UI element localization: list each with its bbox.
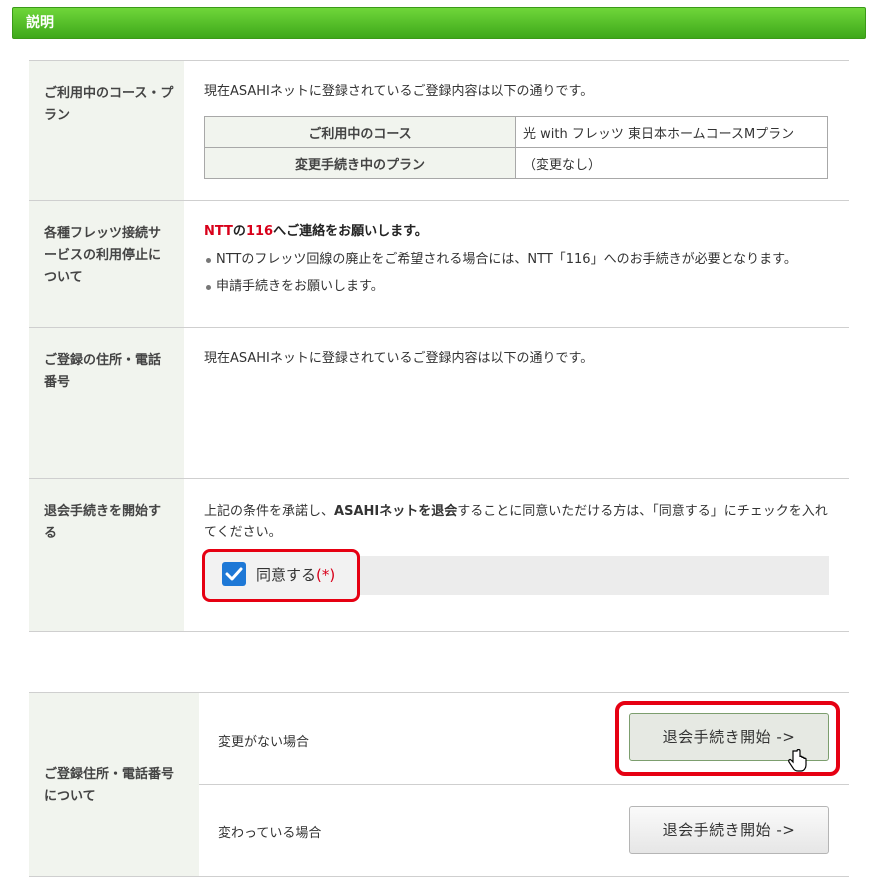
address-content: 現在ASAHIネットに登録されているご登録内容は以下の通りです。 (184, 328, 849, 478)
address-text: 現在ASAHIネットに登録されているご登録内容は以下の通りです。 (204, 351, 594, 366)
table-row: 変更手続き中のプラン （変更なし） (204, 147, 828, 179)
address-change-row: ご登録住所・電話番号について 変更がない場合 退会手続き開始 -> 変わっている… (29, 692, 849, 877)
agree-checkbox[interactable] (222, 562, 246, 586)
flets-bullets: NTTのフレッツ回線の廃止をご希望される場合には、NTT「116」へのお手続きが… (204, 246, 849, 300)
flets-row: 各種フレッツ接続サービスの利用停止について NTTの116へご連絡をお願いします… (29, 200, 849, 327)
withdraw-text: 上記の条件を承諾し、ASAHIネットを退会することに同意いただける方は、「同意す… (204, 504, 828, 540)
course-intro: 現在ASAHIネットに登録されているご登録内容は以下の通りです。 (204, 84, 594, 99)
start-withdraw-button-changed[interactable]: 退会手続き開始 -> (629, 806, 829, 854)
flets-content: NTTの116へご連絡をお願いします。 NTTのフレッツ回線の廃止をご希望される… (184, 201, 849, 327)
address-row: ご登録の住所・電話番号 現在ASAHIネットに登録されているご登録内容は以下の通… (29, 327, 849, 478)
course-label: ご利用中のコース・プラン (29, 61, 184, 200)
no-change-text: 変更がない場合 (218, 735, 310, 750)
pending-plan-value: （変更なし） (515, 147, 828, 179)
withdraw-label: 退会手続きを開始する (29, 479, 184, 631)
agree-checkbox-group[interactable]: 同意する(*) (202, 549, 360, 602)
hand-cursor-icon (788, 749, 807, 772)
plan-table: ご利用中のコース 光 with フレッツ 東日本ホームコースMプラン 変更手続き… (204, 116, 828, 179)
course-row: ご利用中のコース・プラン 現在ASAHIネットに登録されているご登録内容は以下の… (29, 60, 849, 200)
current-course-value: 光 with フレッツ 東日本ホームコースMプラン (515, 116, 828, 148)
address-change-label: ご登録住所・電話番号について (29, 693, 199, 876)
list-item: 申請手続きをお願いします。 (204, 273, 849, 300)
list-item: NTTのフレッツ回線の廃止をご希望される場合には、NTT「116」へのお手続きが… (204, 246, 849, 273)
flets-warning: NTTの116へご連絡をお願いします。 (204, 224, 428, 239)
check-icon (225, 567, 243, 581)
flets-label: 各種フレッツ接続サービスの利用停止について (29, 201, 184, 327)
agree-label[interactable]: 同意する(*) (256, 564, 335, 585)
withdraw-content: 上記の条件を承諾し、ASAHIネットを退会することに同意いただける方は、「同意す… (184, 479, 849, 631)
table-row: ご利用中のコース 光 with フレッツ 東日本ホームコースMプラン (204, 116, 828, 148)
pending-plan-key: 変更手続き中のプラン (204, 147, 516, 179)
info-section: ご利用中のコース・プラン 現在ASAHIネットに登録されているご登録内容は以下の… (29, 0, 849, 895)
withdraw-row: 退会手続きを開始する 上記の条件を承諾し、ASAHIネットを退会することに同意い… (29, 478, 849, 632)
current-course-key: ご利用中のコース (204, 116, 516, 148)
required-mark: (*) (316, 566, 336, 584)
address-label: ご登録の住所・電話番号 (29, 328, 184, 478)
changed-text: 変わっている場合 (218, 826, 322, 841)
